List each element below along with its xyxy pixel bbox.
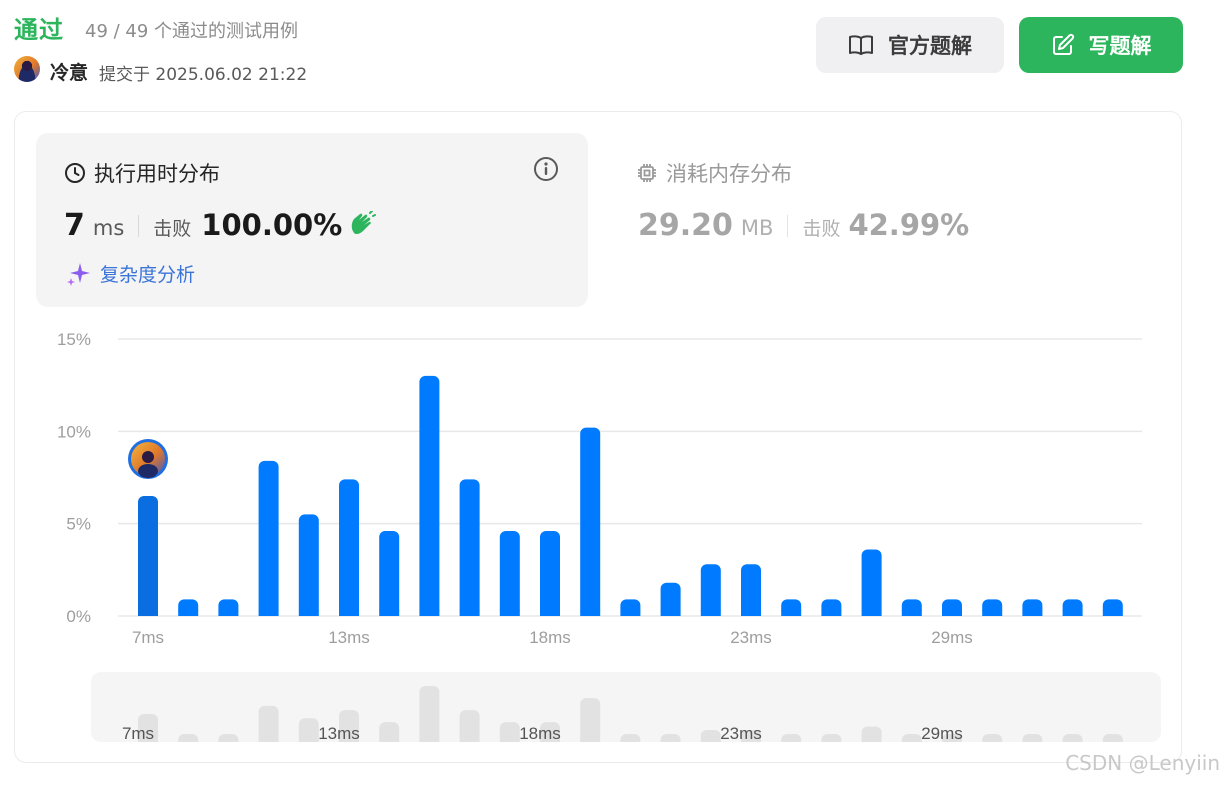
minimap-bar bbox=[700, 729, 721, 742]
minimap-bar bbox=[1062, 734, 1083, 742]
y-tick-label: 0% bbox=[66, 607, 91, 626]
chart-bar-base bbox=[459, 610, 480, 616]
avatar-marker-head bbox=[142, 451, 154, 463]
chart-bar[interactable] bbox=[419, 375, 440, 616]
chart-bar-base bbox=[620, 610, 641, 616]
minimap-bar bbox=[901, 734, 922, 742]
minimap-bar bbox=[580, 698, 601, 742]
chart-bar[interactable] bbox=[138, 495, 158, 616]
chart-bar-base bbox=[942, 610, 962, 616]
minimap-bar bbox=[1102, 734, 1123, 742]
chart-bar-base bbox=[781, 610, 802, 616]
chart-bar-base bbox=[1102, 610, 1123, 616]
minimap-bar bbox=[419, 686, 440, 742]
y-tick-label: 15% bbox=[57, 330, 91, 349]
minimap-bar bbox=[861, 726, 882, 742]
chart-bar-base bbox=[339, 610, 359, 616]
chart-bar[interactable] bbox=[379, 531, 400, 616]
minimap-bar bbox=[218, 734, 239, 742]
minimap-bar bbox=[1022, 734, 1043, 742]
minimap-tick-label: 29ms bbox=[921, 724, 963, 742]
watermark: CSDN @Lenyiin bbox=[1065, 751, 1220, 775]
chart-bar-base bbox=[901, 610, 922, 616]
chart-bar[interactable] bbox=[580, 427, 601, 616]
chart-bar-base bbox=[861, 610, 882, 616]
chart-bar[interactable] bbox=[861, 549, 882, 616]
chart-bar-base bbox=[982, 610, 1003, 616]
chart-bar-base bbox=[499, 610, 520, 616]
minimap-bar bbox=[258, 705, 279, 742]
avatar-marker-body bbox=[138, 464, 158, 478]
minimap-bar bbox=[459, 710, 480, 742]
minimap-bar bbox=[982, 734, 1003, 742]
chart-bar[interactable] bbox=[741, 564, 761, 616]
chart-bar-base bbox=[218, 610, 239, 616]
y-tick-label: 10% bbox=[57, 422, 91, 441]
x-tick-label: 18ms bbox=[529, 628, 571, 647]
x-tick-label: 29ms bbox=[931, 628, 973, 647]
chart-bar[interactable] bbox=[540, 531, 560, 616]
chart-bar-base bbox=[298, 610, 319, 616]
chart-bar-base bbox=[138, 610, 158, 616]
chart-bar-base bbox=[700, 610, 721, 616]
minimap-chart: 7ms 13ms 18ms 23ms 29ms bbox=[122, 686, 1123, 742]
minimap-bar bbox=[821, 734, 842, 742]
chart-bar-base bbox=[1022, 610, 1043, 616]
chart-bar[interactable] bbox=[339, 479, 359, 616]
chart-bar[interactable] bbox=[499, 531, 520, 616]
minimap-tick-label: 7ms bbox=[122, 724, 154, 742]
chart-bar-base bbox=[660, 610, 681, 616]
chart-bar-base bbox=[379, 610, 400, 616]
minimap-bar bbox=[620, 734, 641, 742]
chart-bar-base bbox=[821, 610, 842, 616]
minimap-bar bbox=[178, 734, 199, 742]
chart-bar-base bbox=[419, 610, 440, 616]
minimap-bar bbox=[781, 734, 802, 742]
x-tick-label: 23ms bbox=[730, 628, 772, 647]
runtime-distribution-chart[interactable]: 0% 5% 10% 15% 7ms 13ms 18ms 23ms 29ms bbox=[0, 0, 1224, 785]
minimap-tick-label: 23ms bbox=[720, 724, 762, 742]
minimap-tick-label: 18ms bbox=[519, 724, 561, 742]
minimap-bar bbox=[298, 718, 319, 742]
x-tick-label: 13ms bbox=[328, 628, 370, 647]
chart-bar[interactable] bbox=[700, 564, 721, 616]
chart-bar-base bbox=[178, 610, 199, 616]
chart-bar[interactable] bbox=[459, 479, 480, 616]
y-tick-label: 5% bbox=[66, 515, 91, 534]
chart-bar-base bbox=[1062, 610, 1083, 616]
x-tick-label: 7ms bbox=[132, 628, 164, 647]
chart-bar[interactable] bbox=[298, 514, 319, 616]
minimap-bar bbox=[660, 734, 681, 742]
chart-bar[interactable] bbox=[258, 460, 279, 616]
minimap-bar bbox=[379, 722, 400, 742]
chart-bar-base bbox=[258, 610, 279, 616]
chart-bar-base bbox=[741, 610, 761, 616]
minimap-tick-label: 13ms bbox=[318, 724, 360, 742]
range-minimap[interactable]: 7ms 13ms 18ms 23ms 29ms bbox=[91, 672, 1161, 742]
chart-bar-base bbox=[540, 610, 560, 616]
chart-bar-base bbox=[580, 610, 601, 616]
minimap-bar bbox=[499, 722, 520, 742]
